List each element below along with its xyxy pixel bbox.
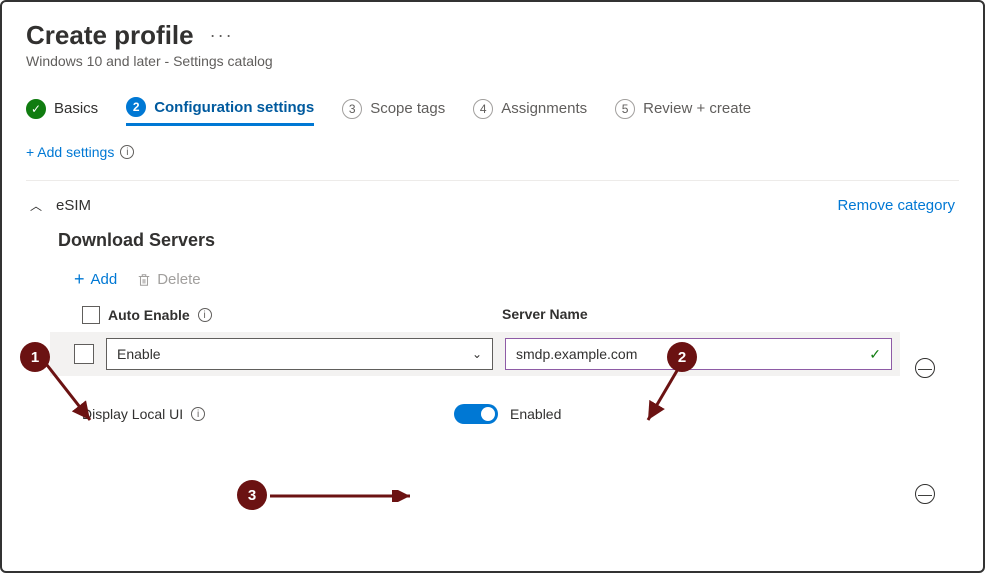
toggle-knob [481, 407, 495, 421]
page-title: Create profile [26, 20, 194, 51]
server-name-input[interactable]: smdp.example.com ✓ [505, 338, 892, 370]
callout-2: 2 [667, 342, 697, 372]
arrow-icon [640, 364, 690, 434]
add-settings-link[interactable]: + Add settings i [26, 144, 959, 160]
toggle-value: Enabled [510, 406, 561, 422]
input-value: smdp.example.com [516, 346, 637, 362]
add-label: Add [91, 271, 118, 288]
section-title: Download Servers [58, 230, 959, 251]
column-server-name: Server Name [502, 306, 588, 324]
step-label: Assignments [501, 100, 587, 117]
plus-icon: + [74, 269, 85, 290]
select-all-checkbox[interactable] [82, 306, 100, 324]
arrow-icon [42, 360, 102, 430]
step-number-icon: 2 [126, 97, 146, 117]
collapse-row-button[interactable]: — [915, 358, 935, 378]
callout-3: 3 [237, 480, 267, 510]
step-number-icon: 3 [342, 99, 362, 119]
step-review-create[interactable]: 5 Review + create [615, 99, 751, 125]
step-number-icon: 4 [473, 99, 493, 119]
table-row: Enable ⌄ smdp.example.com ✓ [50, 332, 900, 376]
dropdown-value: Enable [117, 346, 161, 362]
add-button[interactable]: + Add [74, 269, 117, 290]
delete-button[interactable]: Delete [137, 271, 200, 288]
collapse-row-button[interactable]: — [915, 484, 935, 504]
step-number-icon: 5 [615, 99, 635, 119]
info-icon[interactable]: i [191, 407, 205, 421]
add-settings-label: + Add settings [26, 144, 114, 160]
more-menu-icon[interactable]: ··· [210, 25, 234, 46]
step-configuration-settings[interactable]: 2 Configuration settings [126, 97, 314, 126]
info-icon[interactable]: i [120, 145, 134, 159]
display-local-ui-toggle[interactable] [454, 404, 498, 424]
auto-enable-dropdown[interactable]: Enable ⌄ [106, 338, 493, 370]
step-scope-tags[interactable]: 3 Scope tags [342, 99, 445, 125]
step-label: Review + create [643, 100, 751, 117]
chevron-down-icon: ⌄ [472, 347, 482, 361]
page-subtitle: Windows 10 and later - Settings catalog [26, 53, 959, 69]
info-icon[interactable]: i [198, 308, 212, 322]
arrow-icon [270, 490, 420, 502]
wizard-steps: ✓ Basics 2 Configuration settings 3 Scop… [26, 97, 959, 126]
remove-category-link[interactable]: Remove category [837, 197, 955, 214]
step-label: Scope tags [370, 100, 445, 117]
trash-icon [137, 273, 151, 287]
category-name: eSIM [56, 197, 91, 214]
step-label: Configuration settings [154, 99, 314, 116]
delete-label: Delete [157, 271, 200, 288]
valid-check-icon: ✓ [869, 346, 881, 363]
chevron-up-icon[interactable]: ︿ [30, 197, 42, 214]
step-label: Basics [54, 100, 98, 117]
callout-1: 1 [20, 342, 50, 372]
divider [26, 180, 959, 181]
step-assignments[interactable]: 4 Assignments [473, 99, 587, 125]
check-icon: ✓ [26, 99, 46, 119]
column-auto-enable: Auto Enable [108, 307, 190, 323]
step-basics[interactable]: ✓ Basics [26, 99, 98, 125]
